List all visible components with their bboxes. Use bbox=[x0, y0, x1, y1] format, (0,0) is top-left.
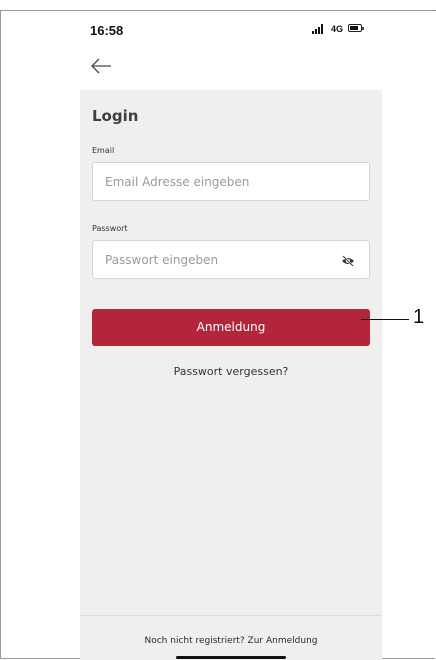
footer-divider bbox=[80, 615, 382, 616]
email-field-container bbox=[92, 162, 370, 201]
callout-number: 1 bbox=[413, 306, 425, 328]
phone-screen: 16:58 4G Login Email Passwort bbox=[80, 11, 382, 660]
password-field-container bbox=[92, 240, 370, 279]
password-field[interactable] bbox=[93, 241, 369, 278]
register-link[interactable]: Noch nicht registriert? Zur Anmeldung bbox=[80, 636, 382, 646]
eye-off-icon[interactable] bbox=[341, 254, 355, 267]
email-label: Email bbox=[92, 146, 115, 155]
password-label: Passwort bbox=[92, 224, 128, 233]
email-field[interactable] bbox=[93, 163, 369, 200]
login-button[interactable]: Anmeldung bbox=[92, 309, 370, 346]
forgot-password-link[interactable]: Passwort vergessen? bbox=[80, 365, 382, 378]
back-arrow-icon[interactable] bbox=[90, 55, 116, 81]
signal-bars-icon bbox=[312, 24, 328, 34]
callout-line bbox=[361, 319, 409, 320]
page-title: Login bbox=[92, 107, 139, 125]
login-content: Login Email Passwort Anmeldung Passwort … bbox=[80, 90, 382, 660]
status-time: 16:58 bbox=[90, 23, 124, 38]
status-bar: 16:58 4G bbox=[80, 11, 382, 49]
network-type: 4G bbox=[331, 24, 344, 34]
home-indicator[interactable] bbox=[176, 656, 286, 659]
battery-icon bbox=[348, 24, 364, 32]
